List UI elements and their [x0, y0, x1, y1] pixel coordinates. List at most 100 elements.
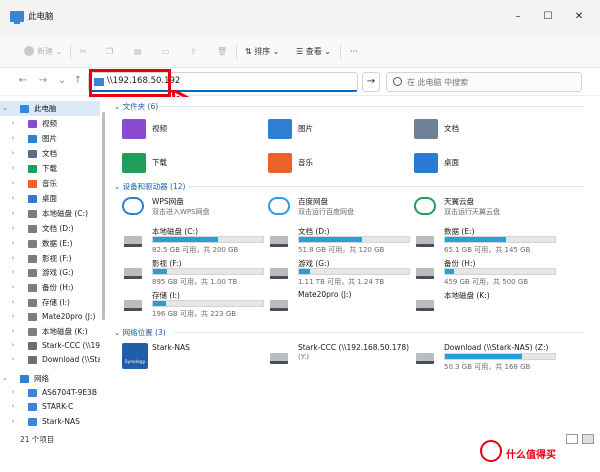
sidebar-item[interactable]: ⌄ 此电脑 — [0, 101, 100, 116]
new-button[interactable]: 新建 ⌄ — [24, 45, 62, 59]
delete-icon[interactable]: 🗑︎ — [217, 45, 227, 59]
chevron-icon[interactable]: › — [8, 206, 18, 221]
view-button[interactable]: ☰ 查看 ⌄ — [296, 45, 331, 59]
synology-icon: Synology — [122, 343, 148, 369]
recent-chevron-icon[interactable]: ⌄ — [55, 74, 69, 88]
chevron-icon[interactable]: › — [8, 399, 18, 414]
rename-icon[interactable]: ▭ — [162, 45, 170, 59]
sidebar-item[interactable]: › 本地磁盘 (C:) — [0, 206, 100, 221]
search-input[interactable]: 在 此电脑 中搜索 — [407, 77, 468, 88]
paste-icon[interactable]: ▤ — [134, 45, 142, 59]
windows-drive-icon — [124, 236, 142, 247]
sidebar-item[interactable]: › 影视 (F:) — [0, 251, 100, 266]
sort-button[interactable]: ⇅ 排序 ⌄ — [245, 45, 280, 59]
network-drive-icon — [28, 342, 37, 350]
tiles-view-icon[interactable] — [582, 434, 594, 444]
chevron-icon[interactable]: › — [8, 265, 18, 280]
sidebar-item[interactable]: › STARK-C — [0, 399, 100, 414]
drive-tile[interactable]: 影视 (F:) 895 GB 可用，共 1.00 TB — [122, 258, 268, 288]
drive-tile[interactable]: 游戏 (G:) 1.11 TB 可用，共 1.24 TB — [268, 258, 414, 288]
chevron-icon[interactable]: › — [8, 414, 18, 429]
network-location-tile[interactable]: Stark-CCC (\\192.168.50.178) (Y:) — [268, 343, 414, 373]
forward-arrow-icon[interactable]: → — [36, 74, 50, 88]
sidebar-item[interactable]: › 文档 (D:) — [0, 221, 100, 236]
cloud-drive-name: WPS网盘 — [152, 197, 184, 206]
sidebar-item[interactable]: › Stark-CCC (\\192 — [0, 338, 100, 353]
more-button[interactable]: ··· — [350, 45, 358, 59]
sidebar-item[interactable]: › 图片 — [0, 131, 100, 146]
close-button[interactable]: ✕ — [572, 10, 586, 24]
chevron-icon[interactable]: › — [8, 176, 18, 191]
drive-tile[interactable]: Mate20pro (J:) — [268, 290, 414, 320]
copy-icon[interactable]: ❐ — [106, 45, 113, 59]
chevron-icon[interactable]: › — [8, 161, 18, 176]
cloud-drive-tile[interactable]: 天翼云盘 双击运行天翼云盘 — [414, 195, 554, 221]
chevron-icon[interactable]: ⌄ — [0, 101, 10, 116]
network-location-tile[interactable]: Download (\\Stark-NAS) (Z:) 50.3 GB 可用，共 … — [414, 343, 560, 373]
drive-tile[interactable]: 文档 (D:) 51.8 GB 可用，共 120 GB — [268, 226, 414, 256]
sidebar-item[interactable]: › Download (\\Star — [0, 352, 100, 367]
drive-tile[interactable]: 本地磁盘 (C:) 82.5 GB 可用，共 200 GB — [122, 226, 268, 256]
drive-tile[interactable]: 本地磁盘 (K:) — [414, 290, 560, 320]
chevron-icon[interactable]: › — [8, 191, 18, 206]
up-arrow-icon[interactable]: ↑ — [71, 74, 85, 88]
section-header-devices[interactable]: ⌄ 设备和驱动器 (12) — [114, 181, 185, 192]
sidebar-item[interactable]: › 音乐 — [0, 176, 100, 191]
folder-tile[interactable]: 音乐 — [268, 151, 408, 179]
section-header-network[interactable]: ⌄ 网络位置 (3) — [114, 327, 166, 338]
go-arrow-icon[interactable]: → — [362, 72, 380, 92]
sidebar-item[interactable]: › 游戏 (G:) — [0, 265, 100, 280]
drive-tile[interactable]: 数据 (E:) 65.1 GB 可用，共 145 GB — [414, 226, 560, 256]
sidebar-item[interactable]: › Mate20pro (J:) — [0, 309, 100, 324]
chevron-icon[interactable]: › — [8, 295, 18, 310]
cloud-drive-name: 天翼云盘 — [444, 197, 474, 206]
sidebar-item[interactable]: › Stark-NAS — [0, 414, 100, 429]
folder-tile[interactable]: 下载 — [122, 151, 262, 179]
sidebar-item[interactable]: ⌄ 网络 — [0, 371, 100, 386]
network-location-tile[interactable]: Synology Stark-NAS — [122, 343, 268, 373]
folder-tile[interactable]: 文档 — [414, 117, 554, 145]
chevron-icon[interactable]: › — [8, 146, 18, 161]
maximize-button[interactable]: ☐ — [541, 10, 555, 24]
sidebar-item[interactable]: › 备份 (H:) — [0, 280, 100, 295]
sidebar-item[interactable]: › 数据 (E:) — [0, 236, 100, 251]
minimize-button[interactable]: – — [511, 10, 525, 24]
chevron-icon[interactable]: › — [8, 221, 18, 236]
sidebar-scrollbar[interactable] — [102, 112, 105, 320]
search-box[interactable]: 在 此电脑 中搜索 — [386, 72, 582, 92]
drive-tile[interactable]: 备份 (H:) 459 GB 可用，共 500 GB — [414, 258, 560, 288]
folder-tile[interactable]: 视频 — [122, 117, 262, 145]
drive-tile[interactable]: 存储 (I:) 196 GB 可用，共 223 GB — [122, 290, 268, 320]
share-icon[interactable]: ⇪ — [190, 45, 197, 59]
sidebar-item[interactable]: › 文档 — [0, 146, 100, 161]
section-divider — [188, 186, 584, 187]
chevron-icon[interactable]: › — [8, 236, 18, 251]
chevron-icon[interactable]: › — [8, 131, 18, 146]
chevron-icon[interactable]: › — [8, 116, 18, 131]
chevron-icon[interactable]: ⌄ — [0, 371, 10, 386]
video-folder-icon — [122, 119, 146, 139]
section-header-folders[interactable]: ⌄ 文件夹 (6) — [114, 101, 158, 112]
chevron-icon[interactable]: › — [8, 352, 18, 367]
sidebar-item[interactable]: › 本地磁盘 (K:) — [0, 324, 100, 339]
chevron-icon[interactable]: › — [8, 309, 18, 324]
window-title: 此电脑 — [28, 12, 54, 22]
chevron-icon[interactable]: › — [8, 251, 18, 266]
back-arrow-icon[interactable]: ← — [16, 74, 30, 88]
chevron-icon[interactable]: › — [8, 280, 18, 295]
cloud-drive-tile[interactable]: 百度网盘 双击运行百度网盘 — [268, 195, 408, 221]
chevron-icon[interactable]: › — [8, 338, 18, 353]
sidebar-item[interactable]: › 视频 — [0, 116, 100, 131]
cut-icon[interactable]: ✂ — [80, 45, 87, 59]
folder-tile[interactable]: 桌面 — [414, 151, 554, 179]
sidebar-item[interactable]: › AS6704T-9E3B — [0, 385, 100, 400]
sidebar-item[interactable]: › 下载 — [0, 161, 100, 176]
cloud-drive-tile[interactable]: WPS网盘 双击进入WPS网盘 — [122, 195, 262, 221]
sidebar-item[interactable]: › 存储 (I:) — [0, 295, 100, 310]
chevron-icon[interactable]: › — [8, 385, 18, 400]
sidebar-item[interactable]: › 桌面 — [0, 191, 100, 206]
details-view-icon[interactable] — [566, 434, 578, 444]
folder-tile[interactable]: 图片 — [268, 117, 408, 145]
drive-icon — [270, 236, 288, 247]
chevron-icon[interactable]: › — [8, 324, 18, 339]
